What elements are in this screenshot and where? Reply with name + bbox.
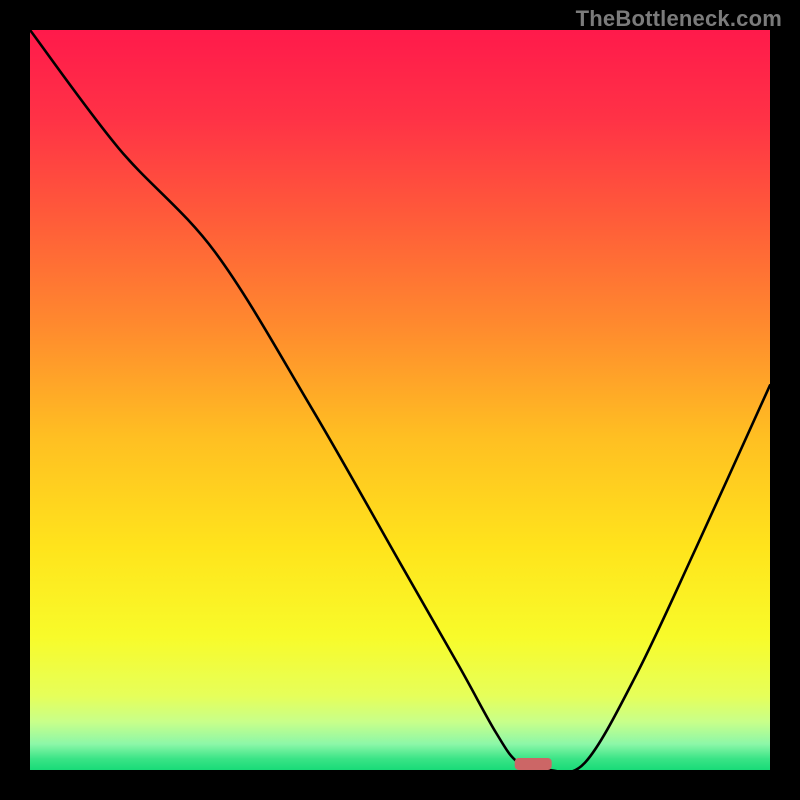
bottleneck-chart bbox=[30, 30, 770, 770]
optimum-marker bbox=[515, 758, 552, 770]
chart-frame: TheBottleneck.com bbox=[0, 0, 800, 800]
gradient-background bbox=[30, 30, 770, 770]
plot-area bbox=[30, 30, 770, 770]
watermark-text: TheBottleneck.com bbox=[576, 6, 782, 32]
